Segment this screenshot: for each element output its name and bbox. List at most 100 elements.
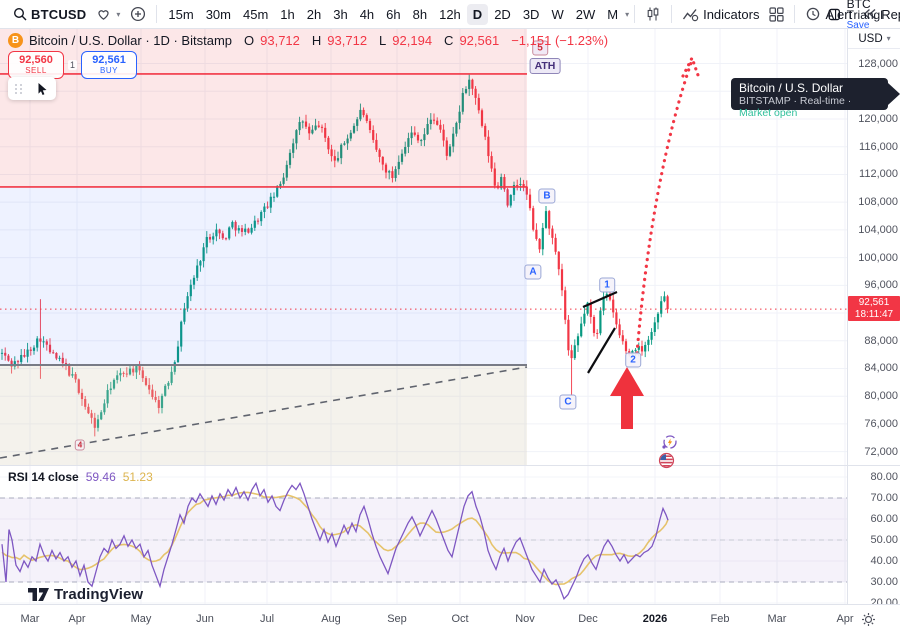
watchlist-flag-button[interactable]: ▾: [91, 4, 125, 24]
wave-label-1[interactable]: 1: [599, 278, 615, 293]
layout-title[interactable]: BTC Triangl: [847, 0, 900, 21]
sell-label: SELL: [25, 66, 47, 76]
time-axis-label-Jul: Jul: [260, 613, 274, 625]
time-axis-label-Apr: Apr: [68, 613, 85, 625]
price-axis-label: 104,000: [848, 223, 898, 237]
rsi-axis-label: 30.00: [848, 575, 898, 589]
layout-templates-button[interactable]: [764, 4, 789, 25]
indicators-icon: [682, 7, 699, 22]
timeframe-button-8h[interactable]: 8h: [407, 4, 433, 25]
axis-pane-separator: [847, 465, 900, 466]
alert-clock-icon: [805, 6, 821, 22]
timeframe-button-D[interactable]: D: [467, 4, 488, 25]
timeframe-button-2h[interactable]: 2h: [301, 4, 327, 25]
price-axis-label: 100,000: [848, 251, 898, 265]
indicators-label: Indicators: [703, 7, 759, 22]
chevron-down-icon: ▾: [887, 34, 891, 43]
timeframe-button-4h[interactable]: 4h: [354, 4, 380, 25]
symbol-name: BTCUSD: [31, 7, 86, 22]
wave-label-C[interactable]: C: [559, 395, 576, 410]
rsi-legend[interactable]: RSI 14 close 59.46 51.23: [8, 470, 153, 484]
sell-button[interactable]: 92,560 SELL: [8, 51, 64, 79]
us-economic-event-icon[interactable]: [658, 452, 675, 474]
time-axis-label-May: May: [131, 613, 152, 625]
timeframe-button-3h[interactable]: 3h: [327, 4, 353, 25]
timeframe-button-30m[interactable]: 30m: [200, 4, 237, 25]
time-axis-label-Oct: Oct: [451, 613, 468, 625]
low-value: 92,194: [392, 33, 432, 48]
timeframe-button-15m[interactable]: 15m: [162, 4, 199, 25]
symbol-search-button[interactable]: BTCUSD: [8, 4, 91, 25]
red-up-arrow: [610, 367, 644, 429]
timeframe-button-M[interactable]: M: [601, 4, 624, 25]
cursor-icon[interactable]: [36, 82, 49, 96]
flag-trendline: [588, 328, 615, 373]
rsi-ma-value: 51.23: [123, 470, 153, 484]
bitcoin-icon: B: [8, 33, 23, 48]
last-price-tag: 92,561 18:11:47: [848, 296, 900, 321]
grid-layout-icon: [769, 7, 784, 22]
rsi-axis-label: 60.00: [848, 512, 898, 526]
timeframe-button-W[interactable]: W: [545, 4, 569, 25]
currency-dropdown[interactable]: USD ▾: [848, 29, 900, 49]
indicators-button[interactable]: Indicators: [677, 4, 764, 25]
time-axis-label-2026: 2026: [643, 613, 667, 625]
floating-drawing-toolbar: [8, 77, 56, 100]
rsi-axis-label: 50.00: [848, 533, 898, 547]
spread-value: 1: [68, 60, 77, 70]
candlestick-icon: [645, 6, 661, 22]
timeframe-button-12h[interactable]: 12h: [433, 4, 467, 25]
save-button[interactable]: Save: [847, 21, 900, 30]
price-axis-label: 112,000: [848, 167, 898, 181]
pane-separator[interactable]: [0, 465, 847, 466]
wave-label-ATH[interactable]: ATH: [530, 58, 561, 74]
main-chart-canvas[interactable]: [0, 29, 847, 466]
price-axis-label: 128,000: [848, 57, 898, 71]
close-label: C: [444, 33, 453, 48]
compare-add-button[interactable]: [125, 3, 151, 25]
time-axis-label-Mar: Mar: [768, 613, 787, 625]
chart-style-button[interactable]: [640, 3, 666, 25]
timeframe-button-2W[interactable]: 2W: [570, 4, 602, 25]
time-axis-label-Aug: Aug: [321, 613, 341, 625]
tooltip-feed: Real-time: [800, 95, 845, 107]
timeframe-button-3D[interactable]: 3D: [517, 4, 546, 25]
currency-label: USD: [858, 33, 882, 45]
tooltip-arrow: [888, 83, 900, 105]
timeframe-button-6h[interactable]: 6h: [380, 4, 406, 25]
bar-countdown: 18:11:47: [848, 309, 900, 321]
wave-label-B[interactable]: B: [538, 189, 555, 204]
tradingview-logo-text: TradingView: [54, 586, 143, 603]
layout-box-icon[interactable]: [828, 7, 841, 22]
wave-label-2[interactable]: 2: [625, 353, 641, 368]
legend-title[interactable]: Bitcoin / U.S. Dollar · 1D · Bitstamp: [29, 33, 232, 48]
projection-arrowhead: [683, 58, 699, 78]
wave-label-A[interactable]: A: [524, 265, 541, 280]
drag-handle-icon[interactable]: [15, 84, 23, 94]
wave-label-4[interactable]: 4: [75, 440, 85, 451]
rsi-pane-canvas[interactable]: [0, 466, 847, 604]
buy-button[interactable]: 92,561 BUY: [81, 51, 137, 79]
timeframe-button-1h[interactable]: 1h: [274, 4, 300, 25]
time-axis-label-Mar: Mar: [21, 613, 40, 625]
sell-price: 92,560: [19, 55, 53, 65]
tradingview-logo[interactable]: TradingView: [28, 586, 143, 603]
timeframe-chevron-icon[interactable]: ▾: [625, 10, 629, 19]
price-axis-label: 76,000: [848, 417, 898, 431]
gear-icon[interactable]: [861, 612, 876, 627]
time-axis[interactable]: MarAprMayJunJulAugSepOctNovDec2026FebMar…: [0, 604, 900, 635]
timeframe-button-45m[interactable]: 45m: [237, 4, 274, 25]
timeframe-button-2D[interactable]: 2D: [488, 4, 517, 25]
rsi-value: 59.46: [86, 470, 116, 484]
price-axis-label: 96,000: [848, 278, 898, 292]
time-axis-label-Jun: Jun: [196, 613, 214, 625]
change-value: −1,151 (−1.23%): [511, 33, 608, 48]
price-axis-label: 88,000: [848, 334, 898, 348]
high-value: 93,712: [327, 33, 367, 48]
zone-rect: [0, 365, 527, 466]
open-value: 93,712: [260, 33, 300, 48]
rsi-axis-label: 70.00: [848, 491, 898, 505]
tooltip-exchange: BITSTAMP: [739, 95, 791, 107]
chevron-down-icon: ▾: [116, 10, 120, 19]
chart-legend: B Bitcoin / U.S. Dollar · 1D · Bitstamp …: [8, 33, 608, 48]
